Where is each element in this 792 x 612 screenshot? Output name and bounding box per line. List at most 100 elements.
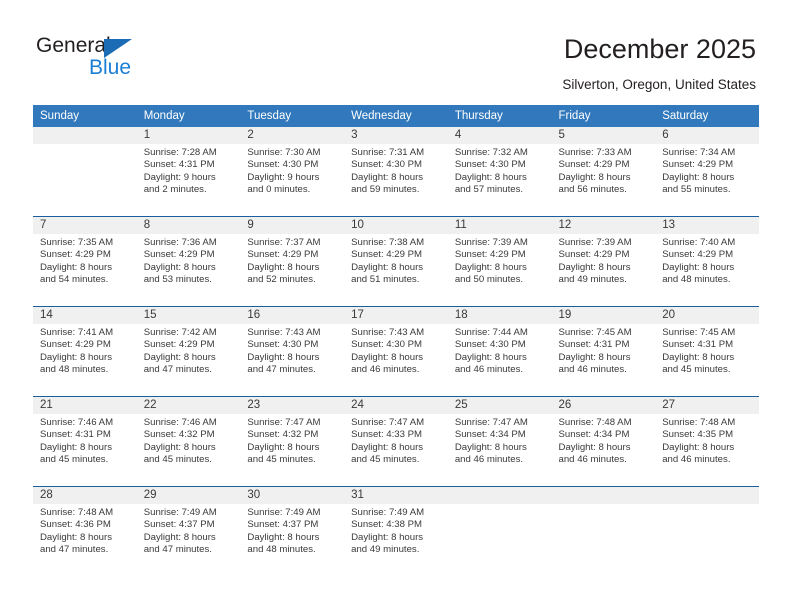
calendar-week-row: 28 Sunrise: 7:48 AM Sunset: 4:36 PM Dayligh… — [33, 486, 759, 576]
daylight-text: Daylight: 8 hours — [351, 261, 424, 273]
daylight-text: Daylight: 8 hours — [662, 351, 735, 363]
daylight-text: Daylight: 8 hours — [558, 171, 631, 183]
calendar-day-cell-empty — [551, 486, 656, 576]
calendar-table: Sunday Monday Tuesday Wednesday Thursday… — [33, 105, 759, 576]
sunrise-text: Sunrise: 7:45 AM — [662, 327, 736, 338]
sunrise-text: Sunrise: 7:28 AM — [143, 147, 217, 158]
sunset-text: Sunset: 4:30 PM — [351, 159, 423, 171]
daylight-text: Daylight: 8 hours — [247, 351, 320, 363]
calendar-day-cell[interactable]: 12 Sunrise: 7:39 AM Sunset: 4:29 PM Dayligh… — [551, 216, 656, 307]
sunrise-text: Sunrise: 7:34 AM — [662, 147, 736, 158]
calendar-day-cell[interactable]: 14 Sunrise: 7:41 AM Sunset: 4:29 PM Dayligh… — [33, 306, 137, 397]
day-number: 30 — [240, 487, 345, 504]
calendar-day-cell[interactable]: 5 Sunrise: 7:33 AM Sunset: 4:29 PM Daylight… — [551, 127, 656, 217]
day-number: 5 — [551, 127, 656, 144]
day-number: 14 — [33, 307, 137, 324]
calendar-day-cell[interactable]: 7 Sunrise: 7:35 AM Sunset: 4:29 PM Daylight… — [33, 216, 137, 307]
page-subtitle-location: Silverton, Oregon, United States — [562, 77, 756, 92]
sunset-text: Sunset: 4:29 PM — [558, 249, 630, 261]
calendar-day-cell[interactable]: 21 Sunrise: 7:46 AM Sunset: 4:31 PM Dayligh… — [33, 396, 137, 487]
day-number: 29 — [136, 487, 241, 504]
calendar-day-cell[interactable]: 18 Sunrise: 7:44 AM Sunset: 4:30 PM Dayligh… — [447, 306, 552, 397]
daylight-text: and 49 minutes. — [558, 274, 627, 286]
calendar-day-cell[interactable]: 28 Sunrise: 7:48 AM Sunset: 4:36 PM Dayligh… — [33, 486, 137, 576]
daylight-text: and 46 minutes. — [454, 364, 524, 376]
day-number: 15 — [136, 307, 241, 324]
calendar-day-cell[interactable]: 16 Sunrise: 7:43 AM Sunset: 4:30 PM Dayligh… — [240, 306, 345, 397]
daylight-text: Daylight: 8 hours — [247, 531, 320, 543]
calendar-day-cell[interactable]: 23 Sunrise: 7:47 AM Sunset: 4:32 PM Dayligh… — [240, 396, 345, 487]
day-sun-info: Sunrise: 7:49 AM Sunset: 4:37 PM Daylight:… — [240, 504, 344, 557]
calendar-week-row: 14 Sunrise: 7:41 AM Sunset: 4:29 PM Dayligh… — [33, 306, 759, 397]
calendar-day-cell[interactable]: 30 Sunrise: 7:49 AM Sunset: 4:37 PM Dayligh… — [240, 486, 345, 576]
day-number: 19 — [551, 307, 656, 324]
day-sun-info: Sunrise: 7:33 AM Sunset: 4:29 PM Daylight:… — [552, 144, 656, 197]
sunset-text: Sunset: 4:29 PM — [143, 339, 215, 351]
day-sun-info: Sunrise: 7:46 AM Sunset: 4:32 PM Daylight:… — [137, 414, 241, 467]
daylight-text: Daylight: 8 hours — [247, 261, 320, 273]
calendar-day-cell[interactable]: 10 Sunrise: 7:38 AM Sunset: 4:29 PM Dayligh… — [344, 216, 448, 307]
calendar-day-cell[interactable]: 11 Sunrise: 7:39 AM Sunset: 4:29 PM Dayligh… — [447, 216, 552, 307]
calendar-day-cell[interactable]: 27 Sunrise: 7:48 AM Sunset: 4:35 PM Dayligh… — [655, 396, 759, 487]
calendar-day-cell[interactable]: 24 Sunrise: 7:47 AM Sunset: 4:33 PM Dayligh… — [344, 396, 448, 487]
daylight-text: and 0 minutes. — [247, 184, 311, 196]
sunrise-text: Sunrise: 7:47 AM — [247, 417, 321, 428]
sunset-text: Sunset: 4:30 PM — [454, 159, 526, 171]
calendar-day-cell[interactable]: 31 Sunrise: 7:49 AM Sunset: 4:38 PM Dayligh… — [344, 486, 448, 576]
calendar-day-cell[interactable]: 20 Sunrise: 7:45 AM Sunset: 4:31 PM Dayligh… — [655, 306, 759, 397]
daylight-text: and 47 minutes. — [247, 364, 316, 376]
calendar-day-cell-empty — [447, 486, 552, 576]
calendar-day-cell[interactable]: 22 Sunrise: 7:46 AM Sunset: 4:32 PM Dayligh… — [136, 396, 241, 487]
sunset-text: Sunset: 4:29 PM — [662, 159, 734, 171]
calendar-day-cell[interactable]: 13 Sunrise: 7:40 AM Sunset: 4:29 PM Dayligh… — [655, 216, 759, 307]
sunrise-text: Sunrise: 7:38 AM — [351, 237, 425, 248]
calendar-header-row: Sunday Monday Tuesday Wednesday Thursday… — [33, 105, 759, 127]
sunrise-text: Sunrise: 7:45 AM — [558, 327, 632, 338]
day-sun-info: Sunrise: 7:30 AM Sunset: 4:30 PM Daylight:… — [240, 144, 344, 197]
daylight-text: and 46 minutes. — [558, 454, 627, 466]
weekday-header-wednesday: Wednesday — [344, 105, 448, 127]
daylight-text: and 46 minutes. — [351, 364, 420, 376]
day-sun-info: Sunrise: 7:35 AM Sunset: 4:29 PM Daylight:… — [33, 234, 137, 287]
sunrise-text: Sunrise: 7:48 AM — [558, 417, 632, 428]
day-sun-info: Sunrise: 7:45 AM Sunset: 4:31 PM Daylight:… — [655, 324, 759, 377]
daylight-text: and 59 minutes. — [351, 184, 420, 196]
day-number: 12 — [551, 217, 656, 234]
sunset-text: Sunset: 4:30 PM — [351, 339, 423, 351]
calendar-day-cell[interactable]: 2 Sunrise: 7:30 AM Sunset: 4:30 PM Daylight… — [240, 127, 345, 217]
daylight-text: and 54 minutes. — [40, 274, 109, 286]
day-sun-info: Sunrise: 7:40 AM Sunset: 4:29 PM Daylight:… — [655, 234, 759, 287]
day-number: 7 — [33, 217, 137, 234]
daylight-text: and 48 minutes. — [40, 364, 109, 376]
day-number: 21 — [33, 397, 137, 414]
day-sun-info: Sunrise: 7:47 AM Sunset: 4:34 PM Daylight:… — [448, 414, 552, 467]
day-number: 23 — [240, 397, 345, 414]
calendar-day-cell[interactable]: 17 Sunrise: 7:43 AM Sunset: 4:30 PM Dayligh… — [344, 306, 448, 397]
daylight-text: and 45 minutes. — [247, 454, 316, 466]
calendar-day-cell[interactable]: 19 Sunrise: 7:45 AM Sunset: 4:31 PM Dayligh… — [551, 306, 656, 397]
sunrise-text: Sunrise: 7:42 AM — [143, 327, 217, 338]
daylight-text: Daylight: 8 hours — [454, 171, 527, 183]
sunrise-text: Sunrise: 7:43 AM — [247, 327, 321, 338]
day-sun-info: Sunrise: 7:42 AM Sunset: 4:29 PM Daylight:… — [137, 324, 241, 377]
sunrise-text: Sunrise: 7:48 AM — [40, 507, 114, 518]
sunrise-text: Sunrise: 7:40 AM — [662, 237, 736, 248]
daylight-text: and 49 minutes. — [351, 544, 420, 556]
weekday-header-thursday: Thursday — [447, 105, 552, 127]
day-sun-info: Sunrise: 7:49 AM Sunset: 4:38 PM Daylight:… — [344, 504, 448, 557]
calendar-day-cell[interactable]: 3 Sunrise: 7:31 AM Sunset: 4:30 PM Daylight… — [344, 127, 448, 217]
daylight-text: Daylight: 9 hours — [143, 171, 216, 183]
calendar-day-cell[interactable]: 25 Sunrise: 7:47 AM Sunset: 4:34 PM Dayligh… — [447, 396, 552, 487]
day-number: 17 — [344, 307, 448, 324]
sunrise-text: Sunrise: 7:31 AM — [351, 147, 425, 158]
calendar-day-cell[interactable]: 4 Sunrise: 7:32 AM Sunset: 4:30 PM Daylight… — [447, 127, 552, 217]
calendar-day-cell[interactable]: 15 Sunrise: 7:42 AM Sunset: 4:29 PM Dayligh… — [136, 306, 241, 397]
calendar-day-cell[interactable]: 8 Sunrise: 7:36 AM Sunset: 4:29 PM Daylight… — [136, 216, 241, 307]
calendar-day-cell[interactable]: 9 Sunrise: 7:37 AM Sunset: 4:29 PM Daylight… — [240, 216, 345, 307]
daylight-text: Daylight: 8 hours — [662, 261, 735, 273]
day-sun-info: Sunrise: 7:39 AM Sunset: 4:29 PM Daylight:… — [552, 234, 656, 287]
calendar-day-cell[interactable]: 1 Sunrise: 7:28 AM Sunset: 4:31 PM Daylight… — [136, 127, 241, 217]
calendar-day-cell[interactable]: 6 Sunrise: 7:34 AM Sunset: 4:29 PM Daylight… — [655, 127, 759, 217]
calendar-day-cell[interactable]: 29 Sunrise: 7:49 AM Sunset: 4:37 PM Dayligh… — [136, 486, 241, 576]
calendar-day-cell[interactable]: 26 Sunrise: 7:48 AM Sunset: 4:34 PM Dayligh… — [551, 396, 656, 487]
